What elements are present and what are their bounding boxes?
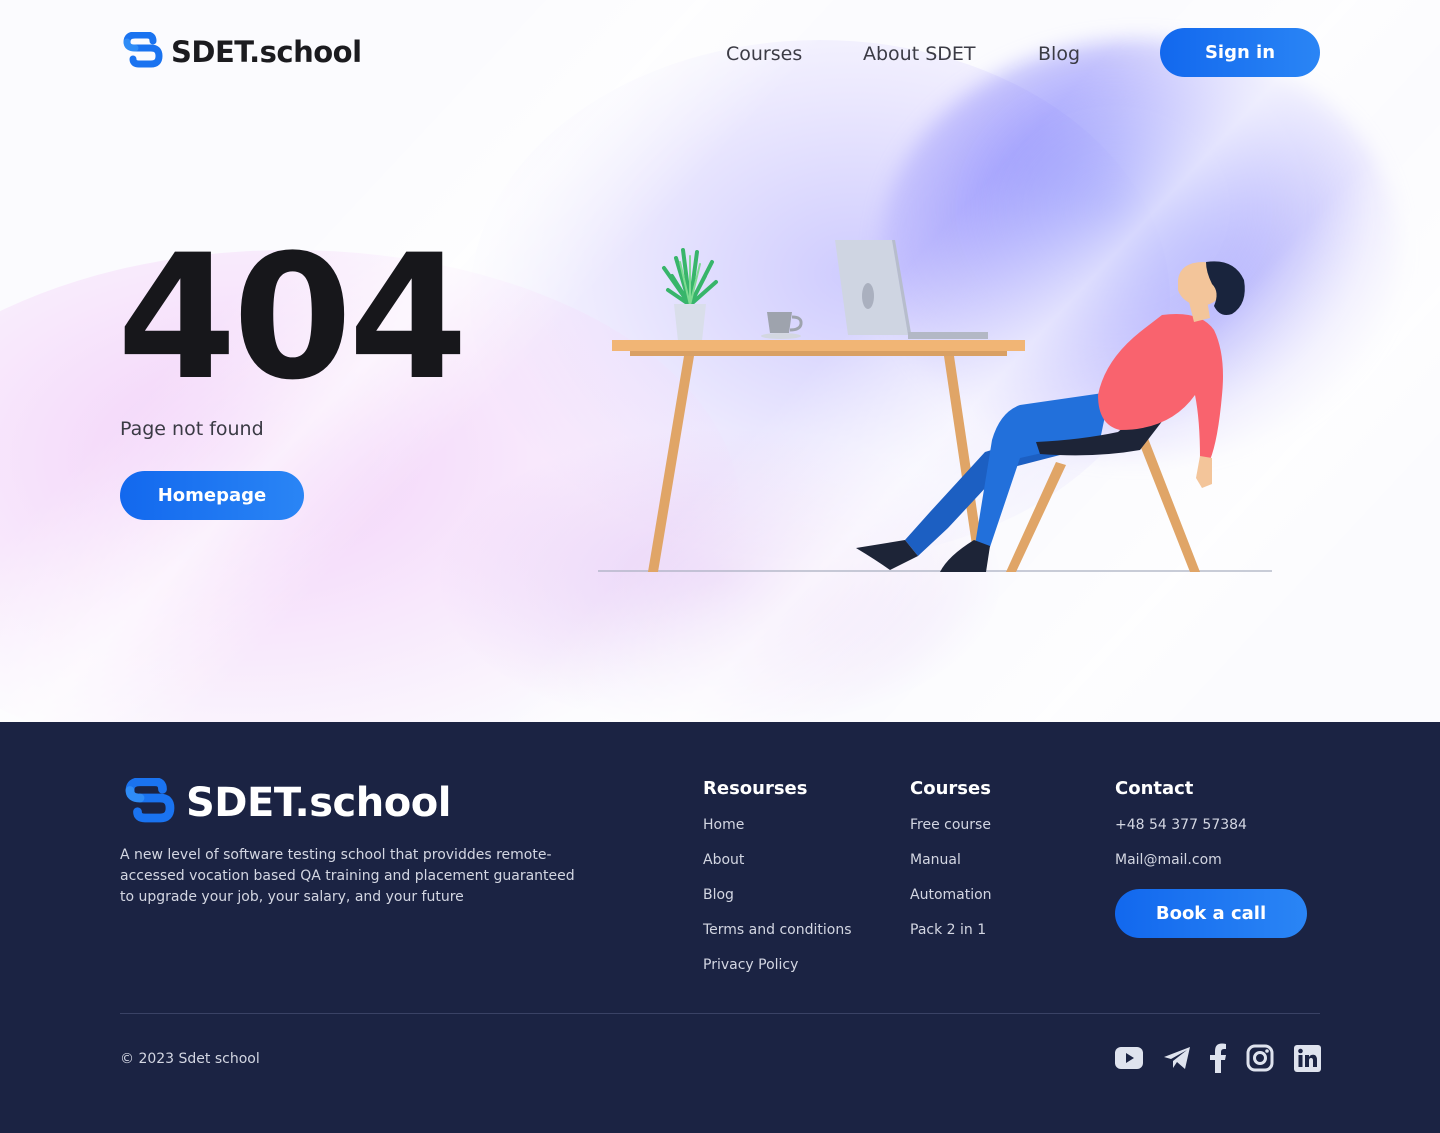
footer-column-title-contact: Contact <box>1115 778 1194 799</box>
plant-icon <box>662 248 718 341</box>
footer-column-title-courses: Courses <box>910 778 991 799</box>
nav-link-blog[interactable]: Blog <box>1038 43 1080 65</box>
desk <box>612 340 1025 572</box>
footer-logo[interactable]: SDET.school <box>122 778 451 828</box>
linkedin-icon[interactable] <box>1293 1043 1321 1073</box>
footer-link-blog[interactable]: Blog <box>703 887 734 903</box>
footer-logo-text: SDET.school <box>186 780 451 826</box>
sign-in-button[interactable]: Sign in <box>1160 28 1320 77</box>
laptop-icon <box>835 240 988 339</box>
footer-link-terms[interactable]: Terms and conditions <box>703 922 852 938</box>
telegram-icon[interactable] <box>1163 1043 1191 1073</box>
logo-mark-icon <box>123 32 163 68</box>
footer-divider <box>120 1013 1320 1014</box>
reclining-person-illustration <box>598 240 1272 572</box>
footer-description: A new level of software testing school t… <box>120 847 575 905</box>
hero-section: SDET.school Courses About SDET Blog Sign… <box>0 0 1440 722</box>
footer-link-free-course[interactable]: Free course <box>910 817 991 833</box>
footer-link-home[interactable]: Home <box>703 817 744 833</box>
facebook-icon[interactable] <box>1204 1043 1232 1073</box>
footer-link-privacy[interactable]: Privacy Policy <box>703 957 798 973</box>
person <box>856 261 1245 572</box>
nav-link-courses[interactable]: Courses <box>726 43 802 65</box>
site-footer: SDET.school A new level of software test… <box>0 722 1440 1133</box>
site-header: SDET.school Courses About SDET Blog Sign… <box>0 0 1440 105</box>
site-logo[interactable]: SDET.school <box>121 32 362 72</box>
book-a-call-button[interactable]: Book a call <box>1115 889 1307 938</box>
footer-link-automation[interactable]: Automation <box>910 887 992 903</box>
footer-link-manual[interactable]: Manual <box>910 852 961 868</box>
footer-column-title-resources: Resourses <box>703 778 808 799</box>
coffee-cup-icon <box>761 312 803 339</box>
footer-link-pack[interactable]: Pack 2 in 1 <box>910 922 986 938</box>
nav-link-about[interactable]: About SDET <box>863 43 976 65</box>
logo-text: SDET.school <box>171 35 362 69</box>
logo-mark-icon <box>125 778 175 823</box>
footer-link-about[interactable]: About <box>703 852 744 868</box>
youtube-icon[interactable] <box>1115 1043 1143 1073</box>
footer-phone-link[interactable]: +48 54 377 57384 <box>1115 817 1247 833</box>
instagram-icon[interactable] <box>1246 1043 1274 1073</box>
homepage-button[interactable]: Homepage <box>120 471 304 520</box>
error-message: Page not found <box>120 418 264 440</box>
footer-email-link[interactable]: Mail@mail.com <box>1115 852 1222 868</box>
error-code: 404 <box>117 217 468 418</box>
copyright-text: © 2023 Sdet school <box>120 1051 260 1067</box>
